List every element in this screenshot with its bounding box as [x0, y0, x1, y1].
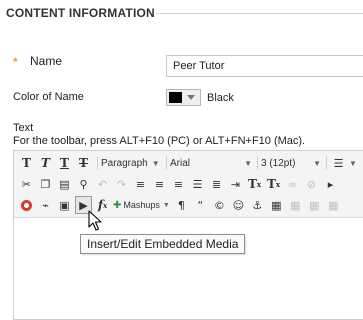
paragraph-format-dropdown[interactable]: Paragraph ▼	[101, 155, 161, 171]
table-row-icon[interactable]: ▦	[287, 196, 304, 214]
mashups-icon: ✚	[113, 199, 122, 211]
editor-toolbar: T T T T Paragraph ▼ Arial ▼ 3 (12pt) ▼ ☰	[14, 151, 363, 218]
toolbar-row-3: ⌁ ▣ ▶ fx ✚ Mashups ▼ ¶ “ © ☺ ⚓ ▦ ▦ ▦ ▦	[14, 195, 344, 215]
section-title: CONTENT INFORMATION	[6, 6, 155, 20]
attach-file-icon[interactable]: ⌁	[37, 196, 54, 214]
bullet-list-icon[interactable]: ☰	[330, 154, 347, 172]
align-justify-icon[interactable]: ☰	[189, 175, 206, 193]
ltr-direction-icon[interactable]: ▸	[322, 175, 339, 193]
font-size-value: 3 (12pt)	[261, 157, 296, 169]
toolbar-row-1: T T T T Paragraph ▼ Arial ▼ 3 (12pt) ▼ ☰	[14, 153, 357, 173]
insert-image-icon[interactable]: ▣	[56, 196, 73, 214]
color-value: Black	[207, 92, 234, 104]
toolbar-separator	[326, 156, 327, 170]
toolbar-separator	[97, 156, 98, 170]
toolbar-hint: For the toolbar, press ALT+F10 (PC) or A…	[13, 135, 306, 147]
anchor-icon[interactable]: ⚓	[249, 196, 266, 214]
cut-icon[interactable]: ✂	[18, 175, 35, 193]
paragraph-format-value: Paragraph	[101, 157, 148, 169]
toolbar-separator	[257, 156, 258, 170]
color-swatch	[169, 92, 182, 103]
required-star: *	[13, 55, 18, 69]
numbered-list-icon[interactable]: ≣	[208, 175, 225, 193]
align-left-icon[interactable]: ≡	[132, 175, 149, 193]
name-input[interactable]	[166, 55, 363, 77]
mashups-label: Mashups	[123, 200, 160, 210]
strikethrough-icon[interactable]: T	[75, 154, 92, 172]
align-right-icon[interactable]: ≡	[170, 175, 187, 193]
pilcrow-icon[interactable]: ¶	[173, 196, 190, 214]
section-divider	[156, 13, 363, 14]
color-label: Color of Name	[13, 91, 84, 103]
undo-icon[interactable]: ↶	[94, 175, 111, 193]
underline-icon[interactable]: T	[56, 154, 73, 172]
align-center-icon[interactable]: ≡	[151, 175, 168, 193]
mouse-pointer-icon	[88, 210, 102, 231]
font-size-dropdown[interactable]: 3 (12pt) ▼	[261, 155, 321, 171]
tooltip: Insert/Edit Embedded Media	[80, 234, 246, 254]
paste-icon[interactable]: ▤	[56, 175, 73, 193]
redo-icon[interactable]: ↷	[113, 175, 130, 193]
toolbar-row-2: ✂ ❐ ▤ ⚲ ↶ ↷ ≡ ≡ ≡ ☰ ≣ ⇥ Tx Tx ∞ ⊘ ▸	[14, 174, 341, 194]
copy-icon[interactable]: ❐	[37, 175, 54, 193]
indent-icon[interactable]: ⇥	[227, 175, 244, 193]
quote-icon[interactable]: “	[192, 196, 209, 214]
chevron-down-icon: ▼	[313, 158, 321, 168]
unlink-icon[interactable]: ⊘	[303, 175, 320, 193]
insert-file-icon[interactable]	[18, 196, 35, 214]
table-column-icon[interactable]: ▦	[306, 196, 323, 214]
italic-icon[interactable]: T	[37, 154, 54, 172]
font-family-dropdown[interactable]: Arial ▼	[170, 155, 252, 171]
font-family-value: Arial	[170, 157, 191, 169]
copyright-icon[interactable]: ©	[211, 196, 228, 214]
superscript-icon[interactable]: Tx	[246, 175, 263, 193]
color-picker-button[interactable]	[166, 89, 201, 106]
table-icon[interactable]: ▦	[268, 196, 285, 214]
subscript-icon[interactable]: Tx	[265, 175, 282, 193]
chevron-down-icon	[187, 95, 195, 100]
chevron-down-icon: ▼	[162, 201, 170, 209]
text-label: Text	[13, 122, 34, 134]
chevron-down-icon: ▼	[244, 158, 252, 168]
chevron-down-icon[interactable]: ▼	[349, 159, 357, 168]
bold-icon[interactable]: T	[18, 154, 35, 172]
emoticon-icon[interactable]: ☺	[230, 196, 247, 214]
chevron-down-icon: ▼	[151, 158, 160, 168]
toolbar-separator	[166, 156, 167, 170]
name-label: Name	[30, 54, 63, 68]
mashups-dropdown[interactable]: ✚ Mashups ▼	[113, 200, 170, 211]
table-cell-icon[interactable]: ▦	[325, 196, 342, 214]
link-icon[interactable]: ∞	[284, 175, 301, 193]
search-icon[interactable]: ⚲	[75, 175, 92, 193]
